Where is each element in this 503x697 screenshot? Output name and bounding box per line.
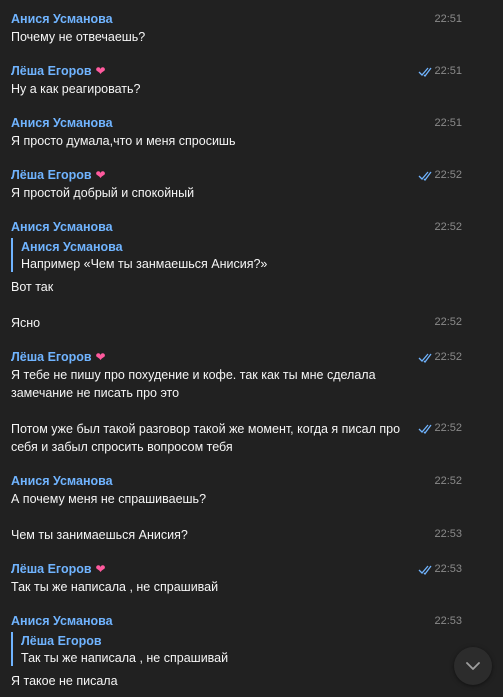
message[interactable]: Лёша Егоров ❤ 22:52 Я тебе не пишу про по… (0, 350, 503, 410)
message-text: Чем ты занимаешься Анисия? (11, 528, 188, 542)
message[interactable]: 22:53 Чем ты занимаешься Анисия? (0, 527, 503, 551)
message-time: 22:52 (434, 221, 462, 233)
message[interactable]: Анися Усманова 22:52 А почему меня не сп… (0, 474, 503, 518)
read-checkmarks-icon (418, 67, 432, 77)
message-text: Ясно (11, 316, 41, 330)
message-author[interactable]: Лёша Егоров ❤ (11, 350, 106, 365)
message-author[interactable]: Лёша Егоров ❤ (11, 562, 106, 577)
read-checkmarks-icon (418, 353, 432, 363)
message-author[interactable]: Анися Усманова (11, 220, 113, 235)
message-text: А почему меня не спрашиваешь? (11, 492, 207, 506)
read-checkmarks-icon (418, 565, 432, 575)
message[interactable]: Анися Усманова 22:53 Лёша Егоров Так ты … (0, 614, 503, 696)
message-time: 22:52 (434, 351, 462, 363)
message-time: 22:52 (434, 422, 462, 434)
heart-icon: ❤ (95, 562, 106, 576)
message-text: Вот так (11, 280, 54, 294)
message-text: Почему не отвечаешь? (11, 30, 146, 44)
heart-icon: ❤ (95, 64, 106, 78)
message-author[interactable]: Лёша Егоров ❤ (11, 168, 106, 183)
message-time: 22:53 (434, 528, 462, 540)
message-time: 22:53 (434, 615, 462, 627)
message-time: 22:53 (434, 563, 462, 575)
message-author[interactable]: Анися Усманова (11, 614, 113, 629)
message[interactable]: Лёша Егоров ❤ 22:52 Я простой добрый и сп… (0, 168, 503, 212)
message-time: 22:52 (434, 475, 462, 487)
message-author[interactable]: Лёша Егоров ❤ (11, 64, 106, 79)
message-text: Ну а как реагировать? (11, 82, 141, 96)
message-time: 22:52 (434, 169, 462, 181)
chat-history[interactable]: Анися Усманова 22:51 Почему не отвечаешь… (0, 0, 503, 697)
heart-icon: ❤ (95, 350, 106, 364)
message[interactable]: 22:52 Потом уже был такой разговор такой… (0, 421, 503, 461)
message[interactable]: Лёша Егоров ❤ 22:53 Так ты же написала , … (0, 562, 503, 606)
author-name: Лёша Егоров (11, 350, 92, 364)
message-text: Я просто думала,что и меня спросишь (11, 134, 236, 148)
message-time: 22:52 (434, 316, 462, 328)
message-text: Так ты же написала , не спрашивай (11, 580, 219, 594)
scroll-to-bottom-button[interactable] (454, 647, 492, 685)
message[interactable]: 22:52 Ясно (0, 315, 503, 339)
reply-author: Лёша Егоров (21, 634, 102, 648)
message[interactable]: Анися Усманова 22:51 Я просто думала,что… (0, 116, 503, 160)
message-author[interactable]: Анися Усманова (11, 474, 113, 489)
heart-icon: ❤ (95, 168, 106, 182)
reply-text: Так ты же написала , не спрашивай (21, 651, 229, 665)
reply-author: Анися Усманова (21, 240, 123, 254)
reply-quote[interactable]: Лёша Егоров Так ты же написала , не спра… (11, 632, 433, 666)
author-name: Лёша Егоров (11, 64, 92, 78)
message-text: Потом уже был такой разговор такой же мо… (11, 422, 401, 454)
author-name: Лёша Егоров (11, 168, 92, 182)
message-text: Я такое не писала (11, 674, 118, 688)
message-time: 22:51 (434, 13, 462, 25)
message-time: 22:51 (434, 65, 462, 77)
chevron-down-icon (466, 661, 480, 670)
message-author[interactable]: Анися Усманова (11, 12, 113, 27)
reply-quote[interactable]: Анися Усманова Например «Чем ты занмаешь… (11, 238, 433, 272)
message-time: 22:51 (434, 117, 462, 129)
message-text: Я простой добрый и спокойный (11, 186, 195, 200)
message[interactable]: Анися Усманова 22:52 Анися Усманова Напр… (0, 220, 503, 302)
message-text: Я тебе не пишу про похудение и кофе. так… (11, 368, 376, 400)
message-author[interactable]: Анися Усманова (11, 116, 113, 131)
author-name: Лёша Егоров (11, 562, 92, 576)
message[interactable]: Анися Усманова 22:51 Почему не отвечаешь… (0, 12, 503, 56)
read-checkmarks-icon (418, 424, 432, 434)
read-checkmarks-icon (418, 171, 432, 181)
message[interactable]: Лёша Егоров ❤ 22:51 Ну а как реагировать? (0, 64, 503, 108)
reply-text: Например «Чем ты занмаешься Анисия?» (21, 257, 268, 271)
